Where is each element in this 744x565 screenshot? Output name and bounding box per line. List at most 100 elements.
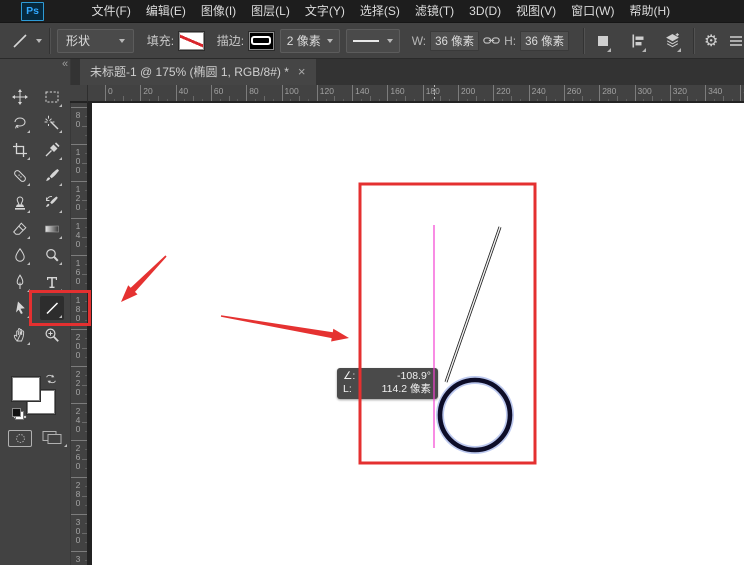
ellipse-shape — [437, 377, 513, 453]
clone-stamp-icon — [15, 196, 25, 210]
history-brush-tool[interactable] — [40, 191, 64, 215]
gradient-icon — [45, 225, 59, 233]
chevron-down-icon — [386, 38, 393, 43]
screen-mode-button[interactable] — [41, 430, 67, 447]
stroke-width-input[interactable]: 2 像素 — [279, 28, 341, 53]
hand-tool[interactable] — [8, 323, 32, 347]
path-selection-icon — [16, 301, 25, 315]
menu-item[interactable]: 窗口(W) — [564, 0, 622, 22]
menu-items: 文件(F) 编辑(E) 图像(I) 图层(L) 文字(Y) 选择(S) 滤镜(T) 3D(D)… — [84, 0, 678, 22]
menu-item[interactable]: 3D(D) — [462, 0, 509, 22]
hand-icon — [13, 327, 25, 342]
eyedropper-tool[interactable] — [40, 138, 64, 162]
stroke-color-swatch[interactable] — [248, 30, 275, 51]
solid-line-preview-icon — [353, 39, 380, 42]
separator — [693, 27, 695, 54]
menu-item[interactable]: 帮助(H) — [622, 0, 678, 22]
chevron-down-icon — [607, 47, 612, 52]
path-selection-tool[interactable] — [8, 296, 32, 320]
eyedropper-icon — [45, 142, 60, 157]
zoom-tool[interactable] — [40, 323, 64, 347]
chevron-down-icon — [118, 38, 125, 43]
width-label: W: — [411, 33, 427, 48]
menu-item[interactable]: 选择(S) — [352, 0, 407, 22]
line-shape-inner — [445, 226, 501, 383]
horizontal-ruler[interactable]: 0 20 40 60 80 100 120 140 160 180 200 220 240 260 280 3… — [70, 85, 744, 103]
tab-close-icon[interactable]: × — [298, 65, 306, 78]
zoom-icon — [45, 328, 59, 342]
height-label: H: — [504, 33, 517, 48]
blur-icon — [15, 248, 25, 263]
fill-label: 填充: — [146, 34, 175, 48]
shape-width-field[interactable]: 36 像素 — [430, 30, 480, 51]
document-tab-bar: 未标题-1 @ 175% (椭圆 1, RGB/8#) * × — [70, 57, 744, 85]
crop-tool[interactable] — [8, 138, 32, 162]
annotation-arrow — [121, 255, 167, 302]
tool-preset-picker[interactable] — [10, 31, 43, 51]
menu-item[interactable]: 文字(Y) — [297, 0, 352, 22]
magic-wand-icon — [44, 116, 59, 130]
tool-options-bar: 形状 填充: 描边: 2 像素 W: 36 像素 H: 36 像素 ⚙ — [0, 22, 744, 59]
menu-item[interactable]: 滤镜(T) — [407, 0, 461, 22]
move-tool[interactable] — [8, 85, 32, 109]
menu-item[interactable]: 文件(F) — [84, 0, 138, 22]
chevron-down-icon — [642, 47, 647, 52]
pen-tool[interactable] — [8, 270, 32, 294]
move-icon — [12, 89, 28, 105]
length-value: 114.2 像素 — [381, 383, 431, 395]
collapse-panels-icon[interactable]: « — [62, 58, 68, 70]
path-operations-button[interactable] — [595, 30, 612, 52]
crop-icon — [13, 142, 27, 157]
quick-mask-button[interactable] — [8, 430, 32, 447]
measurement-tooltip: ∠: -108.9° L: 114.2 像素 — [337, 368, 438, 399]
annotation-rect — [358, 182, 537, 465]
line-tool-preset-icon — [10, 31, 30, 51]
brush-tool[interactable] — [40, 164, 64, 188]
fill-color-swatch[interactable] — [178, 30, 205, 51]
vertical-ruler[interactable]: 80100120140160180200220240260280300320 — [70, 103, 92, 565]
healing-brush-tool[interactable] — [8, 164, 32, 188]
chevron-down-icon — [64, 444, 67, 447]
shape-height-field[interactable]: 36 像素 — [520, 30, 570, 51]
link-dimensions-icon[interactable] — [483, 30, 500, 52]
tool-mode-label: 形状 — [65, 34, 90, 48]
type-tool[interactable] — [40, 270, 64, 294]
angle-label: ∠: — [343, 370, 356, 382]
marquee-tool[interactable] — [40, 85, 64, 109]
foreground-color-chip[interactable] — [11, 376, 41, 402]
brush-icon — [46, 169, 59, 182]
magic-wand-tool[interactable] — [40, 111, 64, 135]
stroke-label: 描边: — [216, 34, 245, 48]
lasso-tool[interactable] — [8, 111, 32, 135]
default-colors-icon[interactable] — [12, 408, 24, 420]
path-alignment-button[interactable] — [629, 30, 647, 52]
canvas-annotations — [121, 182, 537, 465]
menu-item[interactable]: 视图(V) — [509, 0, 564, 22]
line-shape-outer — [444, 226, 502, 383]
clone-stamp-tool[interactable] — [8, 191, 32, 215]
blur-tool[interactable] — [8, 243, 32, 267]
shape-height-value: 36 像素 — [525, 35, 565, 48]
menu-item[interactable]: 图像(I) — [193, 0, 243, 22]
tool-mode-dropdown[interactable]: 形状 — [56, 28, 134, 53]
document-canvas[interactable]: ∠: -108.9° L: 114.2 像素 — [87, 103, 744, 565]
separator — [49, 27, 51, 54]
menu-item[interactable]: 编辑(E) — [138, 0, 193, 22]
menu-item[interactable]: 图层(L) — [244, 0, 298, 22]
type-icon — [47, 276, 57, 288]
gradient-tool[interactable] — [40, 217, 64, 241]
chevron-down-icon — [677, 47, 682, 52]
edge-align-icon[interactable] — [727, 30, 744, 52]
annotation-arrow — [220, 315, 349, 342]
gear-icon[interactable]: ⚙ — [703, 30, 720, 52]
tools-panel — [0, 57, 71, 565]
stroke-type-dropdown[interactable] — [346, 28, 400, 53]
menu-bar: Ps 文件(F) 编辑(E) 图像(I) 图层(L) 文字(Y) 选择(S) 滤镜(T) 3D… — [0, 0, 744, 22]
path-arrangement-button[interactable] — [664, 30, 682, 52]
dodge-tool[interactable] — [40, 243, 64, 267]
document-tab[interactable]: 未标题-1 @ 175% (椭圆 1, RGB/8#) * × — [80, 57, 316, 85]
line-tool[interactable] — [40, 296, 64, 321]
swap-colors-icon[interactable] — [44, 372, 58, 386]
shape-width-value: 36 像素 — [435, 35, 475, 48]
eraser-tool[interactable] — [8, 217, 32, 241]
